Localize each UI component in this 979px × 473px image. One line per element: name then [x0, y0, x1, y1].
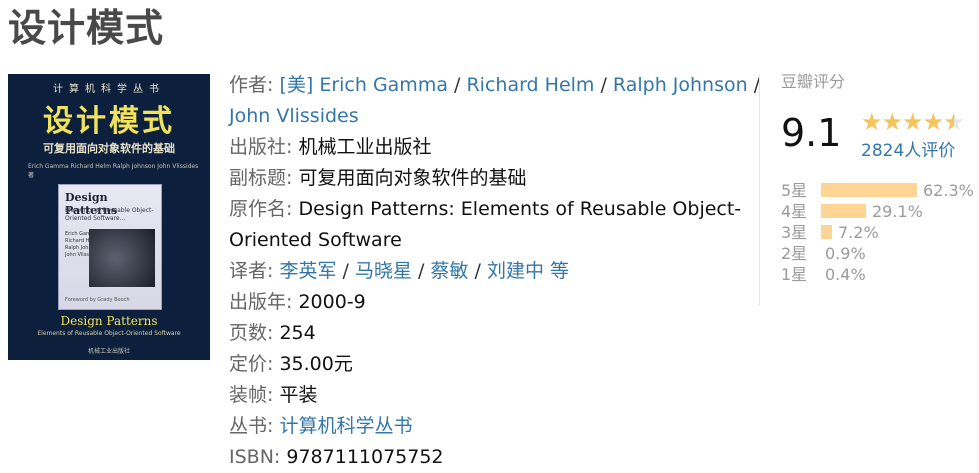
votes-link[interactable]: 2824人评价 — [861, 136, 955, 161]
publisher-label: 出版社: — [229, 136, 293, 158]
author-row-cont: John Vlissides — [229, 101, 744, 132]
translator-link-3[interactable]: 蔡敏 — [430, 260, 468, 282]
binding-label: 装帧: — [229, 384, 274, 406]
pages-row: 页数: 254 — [229, 318, 744, 349]
separator: / — [454, 74, 461, 96]
original-title-value: Design Patterns: Elements of Reusable Ob… — [298, 198, 742, 220]
subtitle-label: 副标题: — [229, 167, 293, 189]
rating-label: 豆瓣评分 — [781, 72, 846, 91]
cover-title: 设计模式 — [43, 104, 175, 139]
pub-year-value: 2000-9 — [298, 291, 366, 313]
distribution-label: 2星 — [781, 244, 808, 263]
binding-row: 装帧: 平装 — [229, 380, 744, 411]
cover-inner-book: Design Patterns Elements of Reusable Obj… — [58, 184, 162, 310]
original-title-row: 原作名: Design Patterns: Elements of Reusab… — [229, 194, 744, 225]
author-label: 作者: — [229, 74, 274, 96]
cover-inner-picture — [89, 229, 155, 287]
distribution-row: 1星 0.4% — [781, 264, 974, 285]
rating-score: 9.1 — [781, 111, 842, 155]
separator: / — [474, 260, 481, 282]
cover-subtitle: 可复用面向对象软件的基础 — [43, 142, 175, 155]
separator: / — [342, 260, 349, 282]
distribution-percent: 62.3% — [923, 181, 974, 200]
cover-publisher: 机械工业出版社 — [87, 348, 130, 355]
author-link-3[interactable]: Ralph Johnson — [613, 74, 748, 96]
isbn-value: 9787111075752 — [286, 446, 444, 468]
isbn-row: ISBN: 9787111075752 — [229, 442, 744, 473]
cover-inner-subtitle: Elements of Reusable Object-Oriented Sof… — [65, 207, 154, 222]
distribution-bar — [821, 183, 917, 197]
distribution-row: 5星 62.3% — [781, 180, 974, 201]
rating-panel: 豆瓣评分 9.1 ★★★★★ ★ 2824人评价 5星 62.3% 4星 29.1% … — [781, 70, 976, 284]
author-link-1[interactable]: [美] Erich Gamma — [279, 74, 448, 96]
separator: / — [600, 74, 607, 96]
distribution-bar — [821, 225, 832, 239]
distribution-bar — [821, 204, 866, 218]
binding-value: 平装 — [279, 384, 318, 406]
translator-label: 译者: — [229, 260, 274, 282]
distribution-row: 4星 29.1% — [781, 201, 974, 222]
subtitle-value: 可复用面向对象软件的基础 — [298, 167, 527, 189]
pages-label: 页数: — [229, 322, 274, 344]
distribution-percent: 0.4% — [825, 265, 866, 284]
isbn-label: ISBN: — [229, 446, 281, 468]
half-star-icon: ★ ★ — [943, 108, 964, 136]
cover-authors: Erich Gamma Richard Helm Ralph Johnson J… — [28, 163, 199, 179]
distribution-percent: 7.2% — [838, 223, 879, 242]
original-title-row-cont: Oriented Software — [229, 225, 744, 256]
translator-link-2[interactable]: 马晓星 — [355, 260, 412, 282]
author-link-4[interactable]: John Vlissides — [229, 105, 359, 127]
pub-year-row: 出版年: 2000-9 — [229, 287, 744, 318]
distribution-label: 5星 — [781, 181, 808, 200]
distribution-percent: 0.9% — [825, 244, 866, 263]
page-title: 设计模式 — [8, 6, 165, 50]
distribution-label: 1星 — [781, 265, 808, 284]
cover-series: 计算机科学丛书 — [53, 84, 165, 95]
star-icon: ★ — [881, 108, 903, 136]
cover-bottom-title: Design Patterns — [60, 314, 158, 328]
subtitle-row: 副标题: 可复用面向对象软件的基础 — [229, 163, 744, 194]
publisher-value: 机械工业出版社 — [298, 136, 432, 158]
separator: / — [418, 260, 425, 282]
cover-inner-foot: Foreword by Grady Booch — [65, 297, 130, 303]
star-icon: ★ — [861, 108, 882, 136]
distribution-percent: 29.1% — [872, 202, 923, 221]
original-title-label: 原作名: — [229, 198, 293, 220]
distribution-label: 4星 — [781, 202, 808, 221]
distribution-label: 3星 — [781, 223, 808, 242]
translator-link-1[interactable]: 李英军 — [279, 260, 336, 282]
star-icon: ★ — [902, 108, 923, 136]
price-value: 35.00元 — [279, 353, 353, 375]
translator-link-4[interactable]: 刘建中 等 — [487, 260, 569, 282]
rating-stars: ★★★★★ ★ — [861, 108, 965, 136]
series-label: 丛书: — [229, 415, 274, 437]
pub-year-label: 出版年: — [229, 291, 293, 313]
divider — [759, 74, 760, 306]
distribution-row: 3星 7.2% — [781, 222, 974, 243]
publisher-row: 出版社: 机械工业出版社 — [229, 132, 744, 163]
author-link-2[interactable]: Richard Helm — [466, 74, 594, 96]
series-link[interactable]: 计算机科学丛书 — [279, 415, 412, 437]
rating-distribution: 5星 62.3% 4星 29.1% 3星 7.2% 2星 0.9% 1星 0.4% — [781, 180, 974, 285]
price-label: 定价: — [229, 353, 274, 375]
distribution-row: 2星 0.9% — [781, 243, 974, 264]
cover-bottom-subtitle: Elements of Reusable Object-Oriented Sof… — [37, 330, 181, 337]
book-info: 作者: [美] Erich Gamma / Richard Helm / Ral… — [229, 70, 760, 473]
series-row: 丛书: 计算机科学丛书 — [229, 411, 744, 442]
price-row: 定价: 35.00元 — [229, 349, 744, 380]
translator-row: 译者: 李英军 / 马晓星 / 蔡敏 / 刘建中 等 — [229, 256, 744, 287]
star-icon: ★ — [922, 108, 944, 136]
book-cover-image[interactable]: 计算机科学丛书 设计模式 可复用面向对象软件的基础 Erich Gamma Ri… — [8, 74, 210, 360]
original-title-value-cont: Oriented Software — [229, 229, 402, 251]
author-row: 作者: [美] Erich Gamma / Richard Helm / Ral… — [229, 70, 760, 101]
pages-value: 254 — [279, 322, 316, 344]
